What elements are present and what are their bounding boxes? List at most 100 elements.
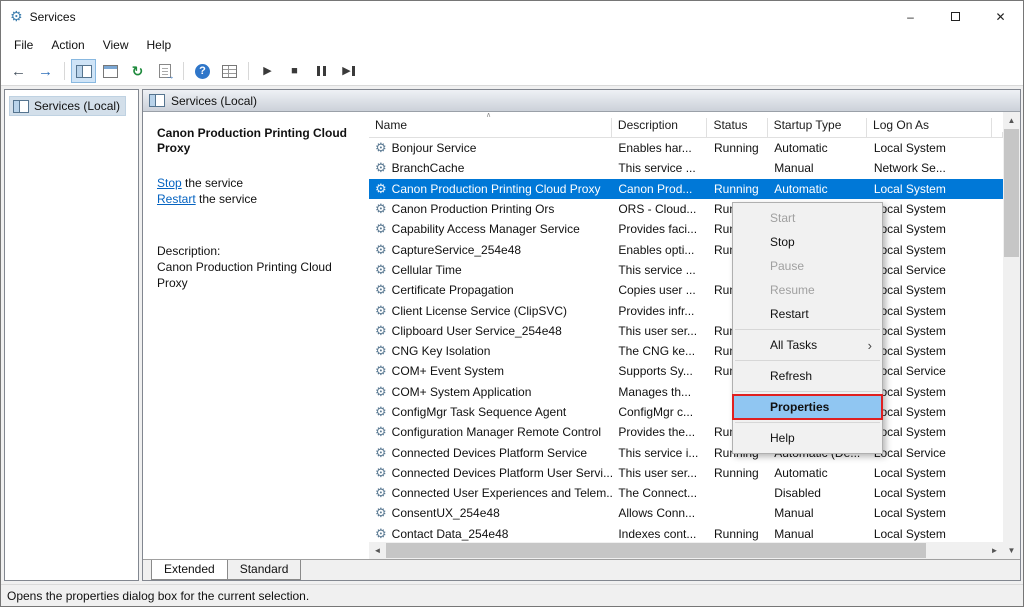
table-row[interactable]: ⚙Connected Devices Platform User Servi..… xyxy=(369,463,1003,483)
table-row[interactable]: ⚙ConfigMgr Task Sequence AgentConfigMgr … xyxy=(369,402,1003,422)
service-name-cell: ⚙COM+ Event System xyxy=(369,361,612,381)
table-row[interactable]: ⚙Connected User Experiences and Telem...… xyxy=(369,483,1003,503)
description-cell: This service ... xyxy=(612,260,708,280)
vertical-scroll-track[interactable] xyxy=(1003,129,1020,542)
service-name-cell: ⚙ConfigMgr Task Sequence Agent xyxy=(369,402,612,422)
extended-view-icon xyxy=(222,65,237,78)
log-on-as-cell: Local System xyxy=(868,179,993,199)
menu-item-restart[interactable]: Restart xyxy=(733,302,882,326)
stop-service-button[interactable]: ■ xyxy=(282,59,307,83)
table-row[interactable]: ⚙Cellular TimeThis service ...Local Serv… xyxy=(369,260,1003,280)
pause-service-button[interactable] xyxy=(309,59,334,83)
horizontal-scrollbar[interactable]: ◄ ► xyxy=(369,542,1003,559)
table-row[interactable]: ⚙Connected Devices Platform ServiceThis … xyxy=(369,442,1003,462)
extended-view-button[interactable] xyxy=(217,59,242,83)
row-filler-cell xyxy=(993,321,1003,341)
service-name-cell: ⚙ConsentUX_254e48 xyxy=(369,503,612,523)
table-row[interactable]: ⚙Certificate PropagationCopies user ...R… xyxy=(369,280,1003,300)
column-header-status[interactable]: Status xyxy=(707,118,767,137)
table-row[interactable]: ⚙Canon Production Printing Cloud ProxyCa… xyxy=(369,179,1003,199)
service-name-cell: ⚙Configuration Manager Remote Control xyxy=(369,422,612,442)
table-row[interactable]: ⚙ConsentUX_254e48Allows Conn...ManualLoc… xyxy=(369,503,1003,523)
forward-button[interactable]: → xyxy=(33,59,58,83)
help-button[interactable]: ? xyxy=(190,59,215,83)
table-row[interactable]: ⚙COM+ Event SystemSupports Sy...RunningL… xyxy=(369,361,1003,381)
column-header-log-on-as[interactable]: Log On As xyxy=(867,118,992,137)
table-row[interactable]: ⚙Canon Production Printing OrsORS - Clou… xyxy=(369,199,1003,219)
row-filler-cell xyxy=(993,361,1003,381)
scroll-right-button[interactable]: ► xyxy=(986,542,1003,559)
minimize-button[interactable]: – xyxy=(888,1,933,32)
description-cell: Provides faci... xyxy=(612,219,708,239)
service-name-text: Bonjour Service xyxy=(392,141,477,155)
menu-item-all-tasks[interactable]: All Tasks› xyxy=(733,333,882,357)
table-row[interactable]: ⚙CaptureService_254e48Enables opti...Run… xyxy=(369,239,1003,259)
service-name-text: Clipboard User Service_254e48 xyxy=(392,324,562,338)
back-button[interactable]: ← xyxy=(6,59,31,83)
start-service-button[interactable]: ▶ xyxy=(255,59,280,83)
menu-view[interactable]: View xyxy=(94,34,138,56)
table-row[interactable]: ⚙Capability Access Manager ServiceProvid… xyxy=(369,219,1003,239)
table-row[interactable]: ⚙CNG Key IsolationThe CNG ke...RunningLo… xyxy=(369,341,1003,361)
menu-item-refresh[interactable]: Refresh xyxy=(733,364,882,388)
scroll-up-icon: ▲ xyxy=(1008,116,1016,125)
stop-service-link[interactable]: Stop xyxy=(157,176,182,190)
services-table-body: ⚙Bonjour ServiceEnables har...RunningAut… xyxy=(369,138,1003,542)
maximize-button[interactable] xyxy=(933,1,978,32)
column-header-startup-type[interactable]: Startup Type xyxy=(768,118,867,137)
table-row[interactable]: ⚙BranchCacheThis service ...ManualNetwor… xyxy=(369,158,1003,178)
scroll-left-button[interactable]: ◄ xyxy=(369,542,386,559)
refresh-button[interactable]: ↻ xyxy=(125,59,150,83)
log-on-as-cell: Local System xyxy=(868,199,993,219)
service-name-text: Cellular Time xyxy=(392,263,462,277)
horizontal-scroll-thumb[interactable] xyxy=(386,543,926,558)
start-service-icon: ▶ xyxy=(263,66,271,77)
restart-service-link[interactable]: Restart xyxy=(157,192,196,206)
log-on-as-cell: Local System xyxy=(868,524,993,542)
menu-item-help[interactable]: Help xyxy=(733,426,882,450)
export-list-button[interactable] xyxy=(152,59,177,83)
menu-item-label: Start xyxy=(770,211,795,225)
menu-action[interactable]: Action xyxy=(42,34,93,56)
table-row[interactable]: ⚙Configuration Manager Remote ControlPro… xyxy=(369,422,1003,442)
scroll-up-button[interactable]: ▲ xyxy=(1003,112,1020,129)
show-hide-console-tree-button[interactable] xyxy=(71,59,96,83)
table-row[interactable]: ⚙COM+ System ApplicationManages th...Loc… xyxy=(369,382,1003,402)
status-bar: Opens the properties dialog box for the … xyxy=(1,584,1023,606)
service-gear-icon: ⚙ xyxy=(375,242,387,258)
startup-type-cell: Disabled xyxy=(768,483,868,503)
properties-window-button[interactable] xyxy=(98,59,123,83)
column-header-name[interactable]: Name xyxy=(369,118,612,137)
scroll-down-button[interactable]: ▼ xyxy=(1003,542,1020,559)
tab-standard[interactable]: Standard xyxy=(227,560,302,580)
tree-item-services-local[interactable]: Services (Local) xyxy=(9,96,126,116)
menu-file[interactable]: File xyxy=(5,34,42,56)
scroll-left-icon: ◄ xyxy=(374,546,382,555)
menu-item-properties[interactable]: Properties xyxy=(733,395,882,419)
service-name-text: Canon Production Printing Ors xyxy=(392,202,555,216)
vertical-scrollbar[interactable]: ▲ xyxy=(1003,112,1020,542)
service-gear-icon: ⚙ xyxy=(375,262,387,278)
tab-bar: ExtendedStandard xyxy=(143,559,1020,580)
menu-help[interactable]: Help xyxy=(138,34,181,56)
table-row[interactable]: ⚙Bonjour ServiceEnables har...RunningAut… xyxy=(369,138,1003,158)
close-button[interactable]: ✕ xyxy=(978,1,1023,32)
tab-extended[interactable]: Extended xyxy=(151,560,228,580)
log-on-as-cell: Local System xyxy=(868,341,993,361)
startup-type-cell: Automatic xyxy=(768,179,868,199)
minimize-icon: – xyxy=(907,10,914,24)
table-row[interactable]: ⚙Client License Service (ClipSVC)Provide… xyxy=(369,300,1003,320)
table-row[interactable]: ⚙Clipboard User Service_254e48This user … xyxy=(369,321,1003,341)
row-filler-cell xyxy=(993,402,1003,422)
service-name-cell: ⚙Canon Production Printing Cloud Proxy xyxy=(369,179,612,199)
column-header-description[interactable]: Description xyxy=(612,118,708,137)
table-row[interactable]: ⚙Contact Data_254e48Indexes cont...Runni… xyxy=(369,524,1003,542)
restart-service-button[interactable]: ▶ xyxy=(336,59,361,83)
horizontal-scroll-track[interactable] xyxy=(386,542,986,559)
description-label: Description: xyxy=(157,244,355,259)
menu-item-stop[interactable]: Stop xyxy=(733,230,882,254)
vertical-scroll-thumb[interactable] xyxy=(1004,129,1019,257)
service-name-cell: ⚙Capability Access Manager Service xyxy=(369,219,612,239)
tree-item-label: Services (Local) xyxy=(34,99,120,113)
description-cell: This user ser... xyxy=(612,463,708,483)
